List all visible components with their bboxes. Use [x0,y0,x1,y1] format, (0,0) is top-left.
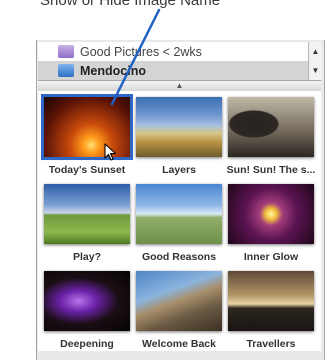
photo-grid: Today's Sunset Layers Sun! Sun! The s...… [38,91,321,351]
photo-title: Deepening [60,338,114,350]
photo-thumbnail-welcome-back[interactable] [136,271,222,331]
photo-thumbnail-travellers[interactable] [228,271,314,331]
photo-thumbnail-sun-sun[interactable] [228,97,314,157]
source-item-mendocino[interactable]: Mendocino [38,61,308,80]
photo-thumbnail-play[interactable] [44,184,130,244]
source-list-scrollbar[interactable]: ▲ ▼ [308,42,322,80]
photo-title: Inner Glow [243,251,299,263]
source-item-good-pictures[interactable]: Good Pictures < 2wks [38,42,308,61]
photo-title: Sun! Sun! The s... [226,164,316,176]
photo-title: Good Reasons [141,251,217,263]
source-item-label: Good Pictures < 2wks [80,44,202,59]
smart-album-icon [58,45,74,58]
photo-title: Welcome Back [142,338,216,350]
scroll-up-arrow-icon[interactable]: ▲ [309,42,322,61]
photo-thumbnail-good-reasons[interactable] [136,184,222,244]
photo-title: Travellers [246,338,296,350]
photo-thumbnail-deepening[interactable] [44,271,130,331]
photo-thumbnail-layers[interactable] [136,97,222,157]
photo-title: Play? [72,251,101,263]
photo-thumbnail-inner-glow[interactable] [228,184,314,244]
album-icon [58,64,74,77]
mouse-cursor-icon [104,143,117,161]
source-item-label: Mendocino [80,63,146,78]
caption-text: Show or Hide Image Name [40,0,221,9]
photo-title: Today's Sunset [48,164,126,176]
photo-title: Layers [162,164,196,176]
scroll-down-arrow-icon[interactable]: ▼ [309,61,322,80]
source-list[interactable]: Good Pictures < 2wks Mendocino [38,42,308,80]
